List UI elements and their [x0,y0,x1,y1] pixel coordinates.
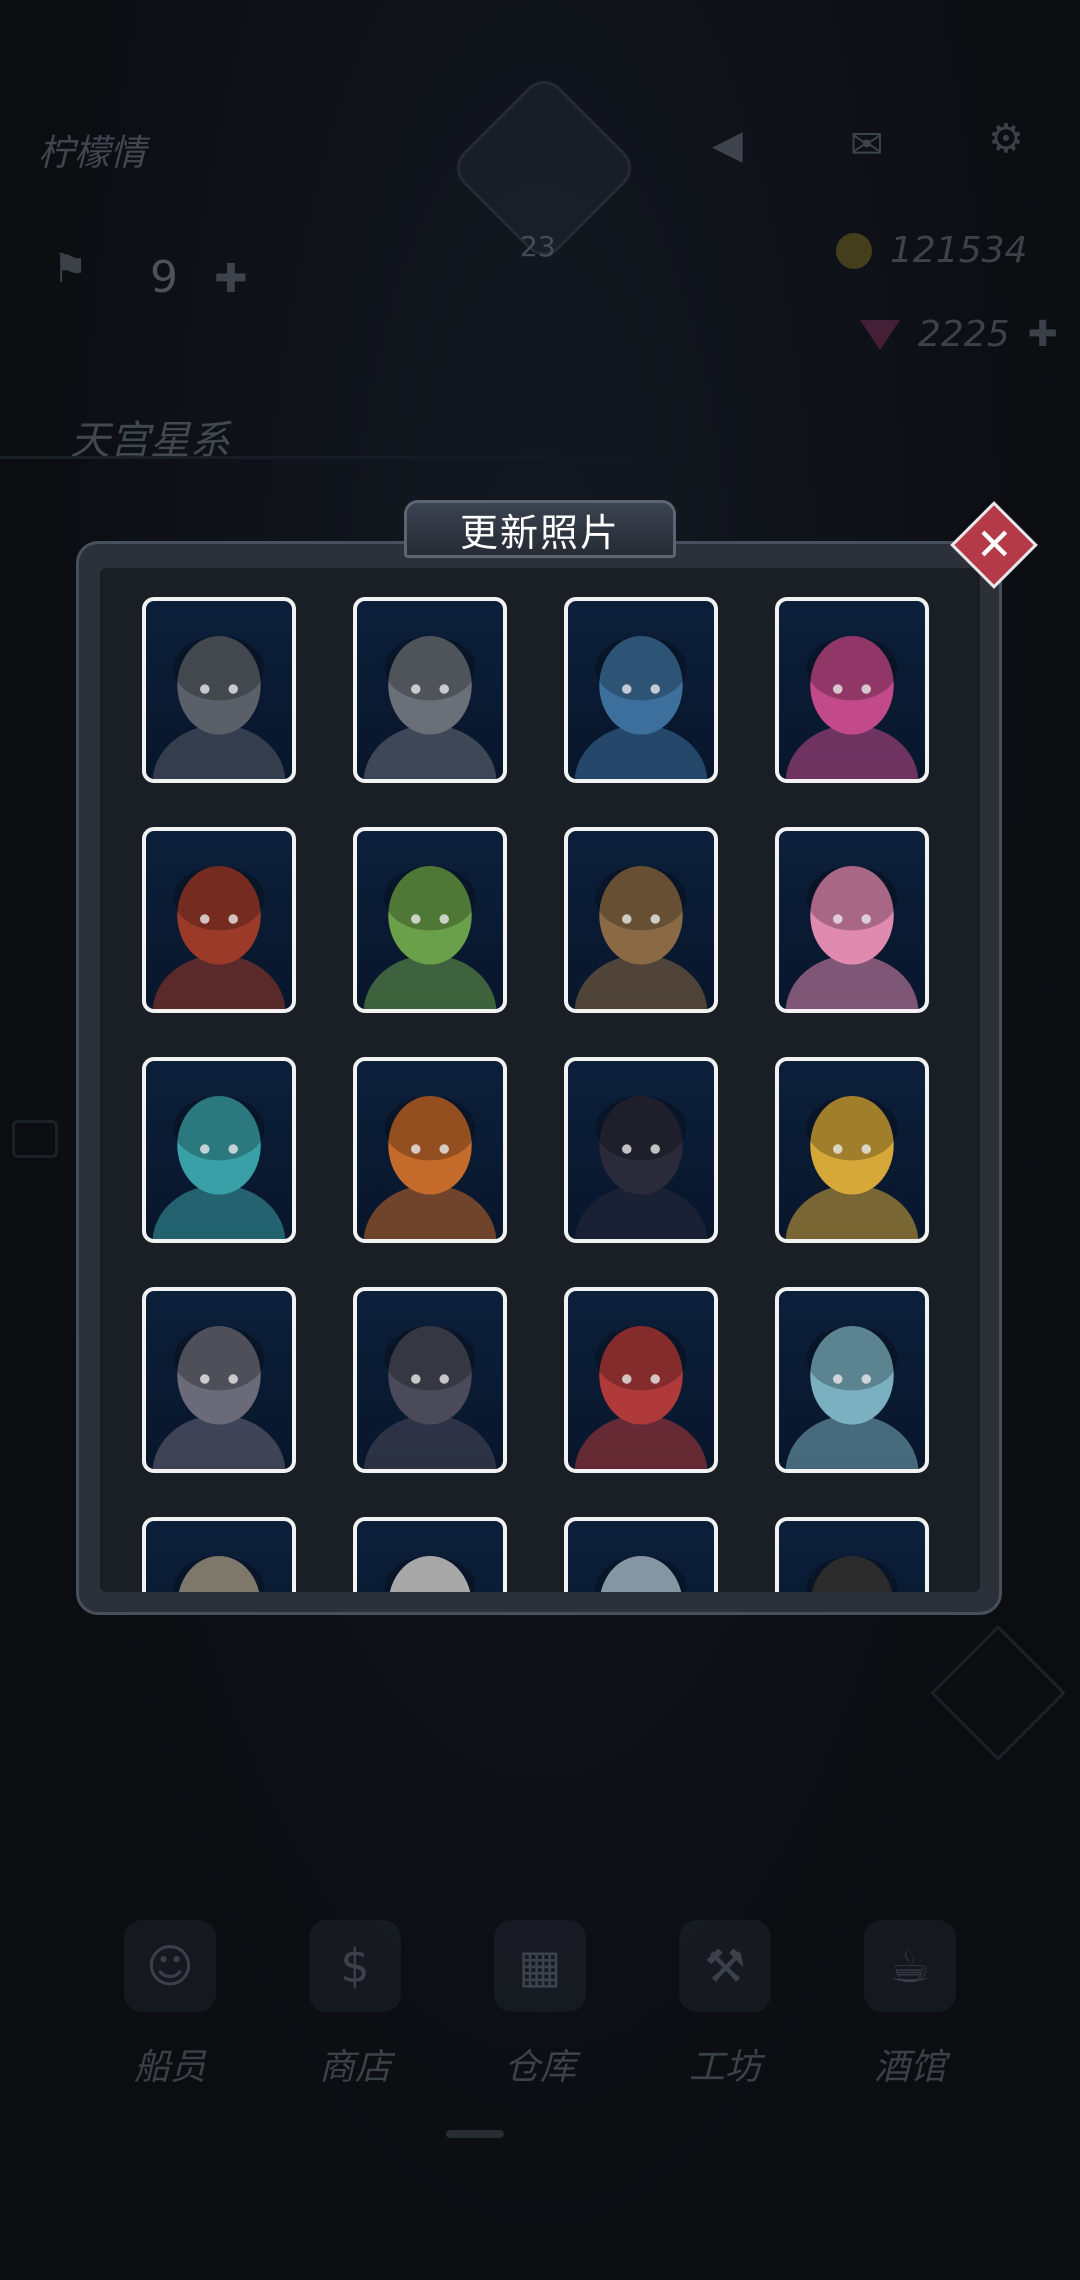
nav-tavern[interactable]: ☕ 酒馆 [840,1920,980,2090]
portrait-image [785,1325,919,1469]
portrait-image [595,1555,687,1592]
workshop-icon: ⚒ [679,1920,771,2012]
portrait-top-hat-robot[interactable] [353,1287,507,1473]
portrait-scroll-area[interactable] [100,568,980,1592]
gem-add-icon[interactable]: ✚ [1028,314,1058,355]
gold-resource: 121534 [836,230,1027,271]
nav-label: 商店 [318,2047,391,2088]
nav-shop[interactable]: $ 商店 [285,1920,425,2090]
gem-icon [860,319,900,350]
portrait-image [152,635,286,779]
shop-icon: $ [309,1920,401,2012]
nav-label: 船员 [133,2047,206,2088]
portrait-image [384,1555,476,1592]
portrait-partial-2[interactable] [353,1517,507,1592]
nav-workshop[interactable]: ⚒ 工坊 [655,1920,795,2090]
portrait-red-helmet-brute[interactable] [564,1287,718,1473]
portrait-horned-elf[interactable] [775,1287,929,1473]
portrait-blue-goblin-pirate[interactable] [564,597,718,783]
portrait-image [574,1095,708,1239]
portrait-goggles-scarf-man[interactable] [142,827,296,1013]
portrait-image [173,1555,265,1592]
portrait-partial-3[interactable] [564,1517,718,1592]
chat-icon[interactable] [12,1120,58,1158]
portrait-robot-helmet-2[interactable] [353,597,507,783]
crew-stat-icon: ⚑ [52,246,88,292]
nav-warehouse[interactable]: ▦ 仓库 [470,1920,610,2090]
nav-label: 工坊 [688,2047,761,2088]
warehouse-icon: ▦ [494,1920,586,2012]
portrait-green-alien[interactable] [353,827,507,1013]
player-level: 23 [520,230,556,263]
galaxy-divider [0,456,700,459]
portrait-pink-cap-girl[interactable] [775,827,929,1013]
portrait-robot-helmet-1[interactable] [142,597,296,783]
nav-label: 酒馆 [873,2047,946,2088]
portrait-image [785,635,919,779]
portrait-image [363,635,497,779]
mail-icon[interactable]: ✉ [850,122,884,168]
gold-coin-icon [836,232,872,269]
portrait-image [785,865,919,1009]
portrait-image [785,1095,919,1239]
crew-count: 9 [150,252,178,303]
portrait-partial-1[interactable] [142,1517,296,1592]
announcement-icon[interactable]: ◀ [712,122,743,168]
tavern-icon: ☕ [864,1920,956,2012]
portrait-image [152,1325,286,1469]
portrait-image [363,1095,497,1239]
portrait-image [806,1555,898,1592]
bottom-navigation: ☺ 船员 $ 商店 ▦ 仓库 ⚒ 工坊 ☕ 酒馆 [100,1920,980,2090]
player-name: 柠檬情 [38,133,147,174]
portrait-blonde-man[interactable] [775,1057,929,1243]
portrait-bearded-dwarf[interactable] [564,827,718,1013]
gold-amount: 121534 [890,230,1028,271]
portrait-image [363,1325,497,1469]
portrait-dark-hair-woman[interactable] [564,1057,718,1243]
gear-icon[interactable]: ⚙ [988,116,1024,162]
dialog-title: 更新照片 [404,500,676,558]
close-icon: ✕ [975,519,1013,570]
crew-add-icon[interactable]: ✚ [214,256,248,302]
gem-resource: 2225 ✚ [860,314,1058,355]
nav-crew[interactable]: ☺ 船员 [100,1920,240,2090]
nav-active-indicator [446,2130,504,2138]
portrait-hooded-figure[interactable] [142,1287,296,1473]
portrait-partial-4[interactable] [775,1517,929,1592]
portrait-image [574,865,708,1009]
nav-label: 仓库 [503,2047,576,2088]
dialog-title-text: 更新照片 [459,510,620,555]
portrait-image [363,865,497,1009]
portrait-image [574,635,708,779]
portrait-image [152,1095,286,1239]
portrait-pink-hair-girl[interactable] [775,597,929,783]
gem-amount: 2225 [918,314,1010,355]
portrait-pug-astronaut[interactable] [353,1057,507,1243]
crew-icon: ☺ [124,1920,216,2012]
portrait-image [574,1325,708,1469]
portrait-diving-helmet[interactable] [142,1057,296,1243]
portrait-image [152,865,286,1009]
